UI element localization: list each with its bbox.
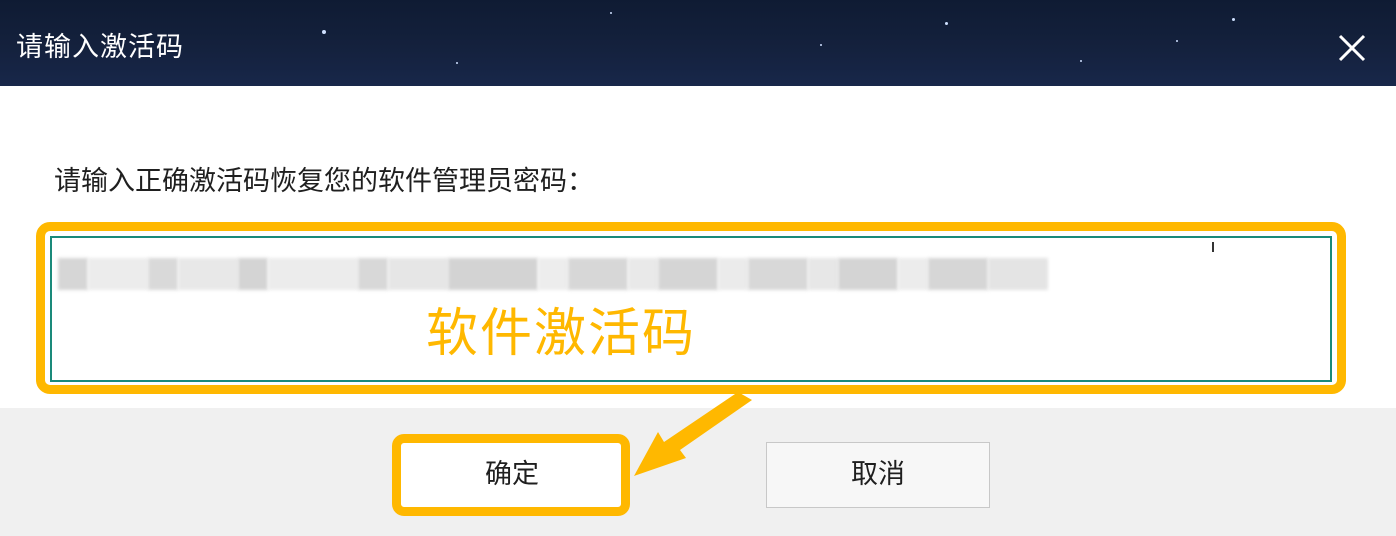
- star-decoration: [1232, 18, 1235, 21]
- cancel-button[interactable]: 取消: [766, 442, 990, 508]
- star-decoration: [456, 62, 458, 64]
- star-decoration: [820, 44, 822, 46]
- close-icon: [1338, 34, 1366, 62]
- prompt-label: 请输入正确激活码恢复您的软件管理员密码：: [54, 166, 594, 197]
- star-decoration: [610, 12, 612, 14]
- activation-dialog: 请输入激活码 请输入正确激活码恢复您的软件管理员密码： 软件激活码 确定 取消: [0, 0, 1396, 536]
- close-button[interactable]: [1328, 24, 1376, 72]
- annotation-arrow-icon: [634, 392, 752, 476]
- star-decoration: [322, 30, 326, 34]
- star-decoration: [1080, 60, 1082, 62]
- star-decoration: [945, 22, 948, 25]
- annotation-highlight-ok: [392, 434, 630, 516]
- title-bar: 请输入激活码: [0, 0, 1396, 86]
- star-decoration: [1176, 40, 1178, 42]
- dialog-title: 请输入激活码: [16, 32, 184, 63]
- annotation-label: 软件激活码: [426, 304, 697, 364]
